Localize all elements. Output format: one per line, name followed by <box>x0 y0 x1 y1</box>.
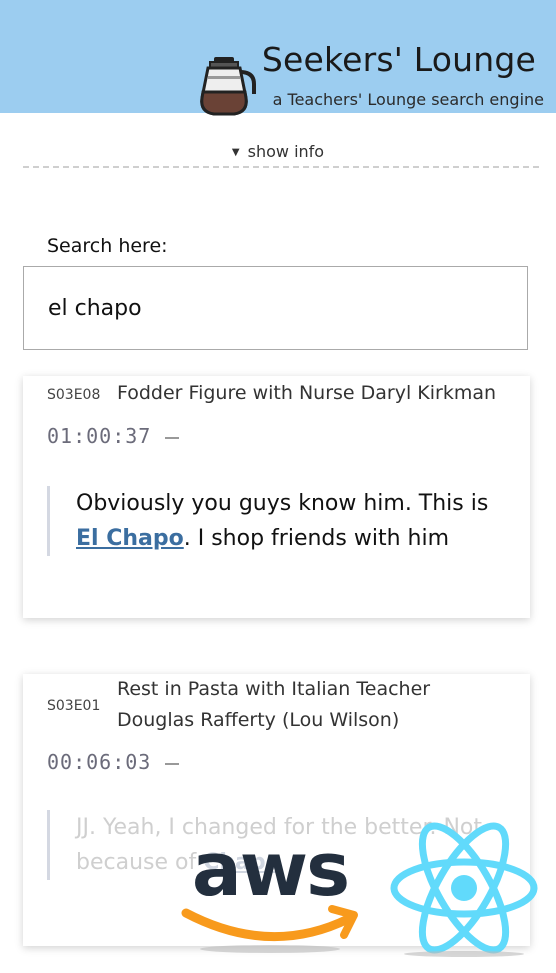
quote-link[interactable]: El Chapo <box>76 526 184 551</box>
react-logo-icon <box>390 822 538 957</box>
show-info-toggle[interactable]: ▼ show info <box>0 142 556 161</box>
quote-text-before: Obviously you guys know him. This is <box>76 491 489 516</box>
quote-text-after: . I shop friends with him <box>183 526 449 551</box>
divider <box>23 166 539 168</box>
result-card: S03E08 Fodder Figure with Nurse Daryl Ki… <box>23 376 530 618</box>
site-subtitle: a Teachers' Lounge search engine <box>272 90 544 109</box>
triangle-down-icon: ▼ <box>231 147 240 158</box>
aws-logo-text: aws <box>192 827 348 913</box>
search-input[interactable] <box>23 266 528 350</box>
dash-icon <box>165 436 180 439</box>
search-label: Search here: <box>47 235 168 257</box>
coffee-pot-icon <box>200 57 256 116</box>
episode-code: S03E01 <box>47 698 101 714</box>
site-title: Seekers' Lounge <box>261 40 536 79</box>
timestamp-text: 01:00:37 <box>47 424 152 448</box>
timestamp-text: 00:06:03 <box>47 750 152 774</box>
quote-block: Obviously you guys know him. This is El … <box>47 486 493 556</box>
timestamp[interactable]: 01:00:37 <box>47 424 180 448</box>
show-info-label: show info <box>247 142 325 161</box>
timestamp[interactable]: 00:06:03 <box>47 750 180 774</box>
episode-code: S03E08 <box>47 387 101 403</box>
site-header: Seekers' Lounge a Teachers' Lounge searc… <box>0 0 556 116</box>
episode-title[interactable]: Fodder Figure with Nurse Daryl Kirkman <box>117 378 512 409</box>
aws-logo-icon: aws <box>181 827 358 953</box>
dash-icon <box>165 762 180 765</box>
episode-title[interactable]: Rest in Pasta with Italian Teacher Dougl… <box>117 674 512 736</box>
